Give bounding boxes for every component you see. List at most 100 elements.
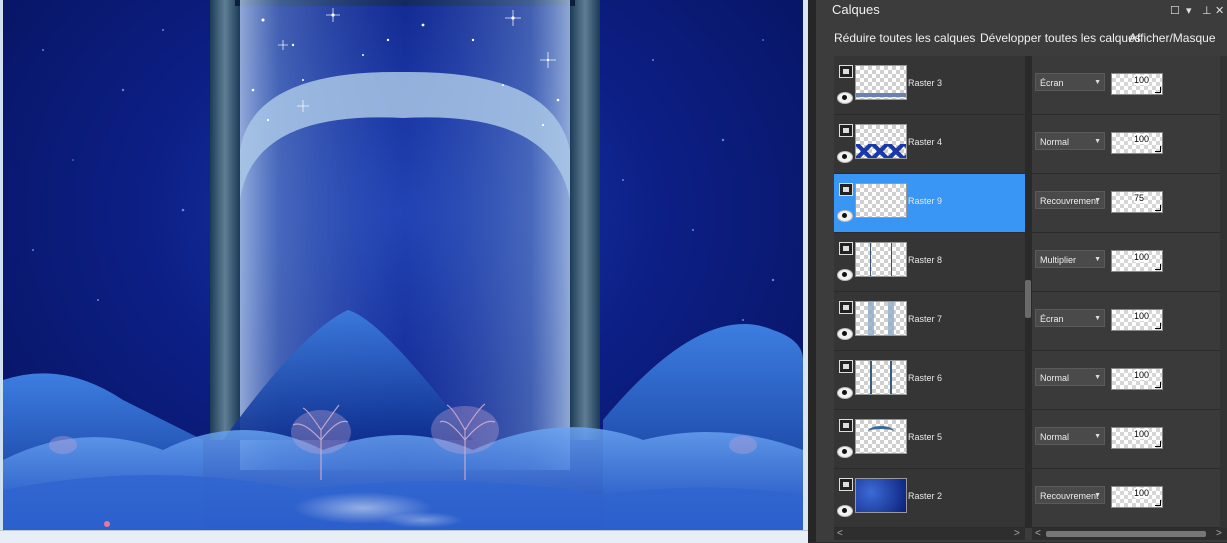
- dropdown-arrow-icon: ▼: [1094, 79, 1101, 86]
- dropdown-arrow-icon: ▼: [1094, 374, 1101, 381]
- opacity-field[interactable]: 100: [1111, 486, 1163, 508]
- visibility-eye-icon[interactable]: [837, 210, 853, 222]
- layer-group-icon[interactable]: [839, 360, 853, 373]
- blend-mode-value: Multiplier: [1040, 255, 1077, 265]
- canvas-artwork: [3, 0, 803, 530]
- visibility-eye-icon[interactable]: [837, 92, 853, 104]
- layer-name: Raster 2: [908, 491, 943, 501]
- layer-thumbnail: [855, 478, 907, 513]
- menu-icon[interactable]: ▾: [1186, 4, 1192, 17]
- opacity-value: 100: [1134, 134, 1150, 144]
- layer-group-icon[interactable]: [839, 65, 853, 78]
- restore-icon[interactable]: ☐: [1170, 4, 1180, 17]
- visibility-eye-icon[interactable]: [837, 505, 853, 517]
- opacity-field[interactable]: 100: [1111, 73, 1163, 95]
- blend-mode-value: Recouvrement: [1040, 196, 1099, 206]
- expand-all-layers-button[interactable]: Développer toutes les calques: [980, 31, 1141, 45]
- layer-thumbnail: [855, 419, 907, 454]
- opacity-field[interactable]: 75: [1111, 191, 1163, 213]
- layer-properties-horizontal-scrollbar[interactable]: < >: [1032, 528, 1227, 540]
- layer-group-icon[interactable]: [839, 419, 853, 432]
- opacity-value: 100: [1134, 252, 1150, 262]
- layer-group-icon[interactable]: [839, 183, 853, 196]
- layer-group-icon[interactable]: [839, 478, 853, 491]
- visibility-eye-icon[interactable]: [837, 269, 853, 281]
- layer-row[interactable]: Raster 5: [834, 410, 1025, 469]
- dropdown-arrow-icon: ▼: [1094, 138, 1101, 145]
- opacity-value: 75: [1134, 193, 1145, 203]
- visibility-eye-icon[interactable]: [837, 328, 853, 340]
- layer-thumbnail: [855, 360, 907, 395]
- visibility-eye-icon[interactable]: [837, 151, 853, 163]
- blend-mode-dropdown[interactable]: Recouvrement ▼: [1035, 486, 1105, 504]
- layer-properties-row: Recouvrement ▼ 100: [1032, 469, 1227, 528]
- layer-properties-row: Normal ▼ 100: [1032, 351, 1227, 410]
- blend-mode-value: Normal: [1040, 373, 1070, 383]
- image-canvas[interactable]: [3, 0, 803, 530]
- blend-mode-dropdown[interactable]: Recouvrement ▼: [1035, 191, 1105, 209]
- blend-mode-dropdown[interactable]: Normal ▼: [1035, 427, 1105, 445]
- scroll-right-arrow-icon[interactable]: >: [1216, 528, 1222, 539]
- dropdown-arrow-icon: ▼: [1094, 433, 1101, 440]
- layer-name: Raster 3: [908, 78, 943, 88]
- opacity-field[interactable]: 100: [1111, 250, 1163, 272]
- pin-icon[interactable]: ⊥: [1202, 4, 1212, 17]
- layers-vertical-scrollbar[interactable]: [1220, 56, 1227, 528]
- layer-list: Raster 3 Raster 4 Raster 9 Raster 8 Raster 7…: [834, 56, 1025, 528]
- layer-thumbnail: [855, 65, 907, 100]
- blend-mode-dropdown[interactable]: Normal ▼: [1035, 132, 1105, 150]
- layer-name: Raster 4: [908, 137, 943, 147]
- layer-group-icon[interactable]: [839, 124, 853, 137]
- layers-panel: Calques ☐ ▾ ⊥ ✕ Réduire toutes les calqu…: [816, 0, 1227, 542]
- layer-name: Raster 9: [908, 196, 943, 206]
- blend-mode-dropdown[interactable]: Écran ▼: [1035, 73, 1105, 91]
- layer-thumbnail: [855, 183, 907, 218]
- close-icon[interactable]: ✕: [1215, 4, 1224, 17]
- dropdown-arrow-icon: ▼: [1094, 197, 1101, 204]
- canvas-horizontal-scrollbar[interactable]: [0, 530, 808, 543]
- panel-title: Calques: [832, 2, 880, 17]
- layer-row[interactable]: Raster 4: [834, 115, 1025, 174]
- layer-row[interactable]: Raster 7: [834, 292, 1025, 351]
- opacity-value: 100: [1134, 429, 1150, 439]
- dropdown-arrow-icon: ▼: [1094, 492, 1101, 499]
- layer-name: Raster 6: [908, 373, 943, 383]
- layer-group-icon[interactable]: [839, 301, 853, 314]
- layer-thumbnail: [855, 242, 907, 277]
- dropdown-arrow-icon: ▼: [1094, 256, 1101, 263]
- layer-properties-row: Multiplier ▼ 100: [1032, 233, 1227, 292]
- layer-thumbnail: [855, 301, 907, 336]
- scroll-left-arrow-icon[interactable]: <: [1035, 528, 1041, 539]
- layer-list-horizontal-scrollbar[interactable]: < >: [834, 528, 1025, 540]
- panel-separator[interactable]: [808, 0, 816, 542]
- opacity-value: 100: [1134, 370, 1150, 380]
- image-canvas-frame: [0, 0, 808, 543]
- collapse-all-layers-button[interactable]: Réduire toutes les calques: [834, 31, 975, 45]
- blend-mode-value: Normal: [1040, 137, 1070, 147]
- dropdown-arrow-icon: ▼: [1094, 315, 1101, 322]
- layer-group-icon[interactable]: [839, 242, 853, 255]
- scroll-left-arrow-icon[interactable]: <: [837, 528, 843, 539]
- layer-row[interactable]: Raster 9: [834, 174, 1025, 233]
- layer-thumbnail: [855, 124, 907, 159]
- opacity-value: 100: [1134, 75, 1150, 85]
- layer-properties-row: Normal ▼ 100: [1032, 115, 1227, 174]
- layer-name: Raster 5: [908, 432, 943, 442]
- blend-mode-dropdown[interactable]: Multiplier ▼: [1035, 250, 1105, 268]
- layer-row[interactable]: Raster 6: [834, 351, 1025, 410]
- divider-handle[interactable]: [1025, 280, 1031, 318]
- layer-row[interactable]: Raster 2: [834, 469, 1025, 528]
- scroll-thumb[interactable]: [1046, 531, 1206, 537]
- blend-mode-dropdown[interactable]: Écran ▼: [1035, 309, 1105, 327]
- layer-row[interactable]: Raster 8: [834, 233, 1025, 292]
- layer-row[interactable]: Raster 3: [834, 56, 1025, 115]
- blend-mode-dropdown[interactable]: Normal ▼: [1035, 368, 1105, 386]
- visibility-eye-icon[interactable]: [837, 446, 853, 458]
- show-mask-button[interactable]: Afficher/Masque: [1129, 31, 1216, 45]
- visibility-eye-icon[interactable]: [837, 387, 853, 399]
- opacity-field[interactable]: 100: [1111, 309, 1163, 331]
- opacity-field[interactable]: 100: [1111, 427, 1163, 449]
- opacity-field[interactable]: 100: [1111, 132, 1163, 154]
- scroll-right-arrow-icon[interactable]: >: [1014, 528, 1020, 539]
- opacity-field[interactable]: 100: [1111, 368, 1163, 390]
